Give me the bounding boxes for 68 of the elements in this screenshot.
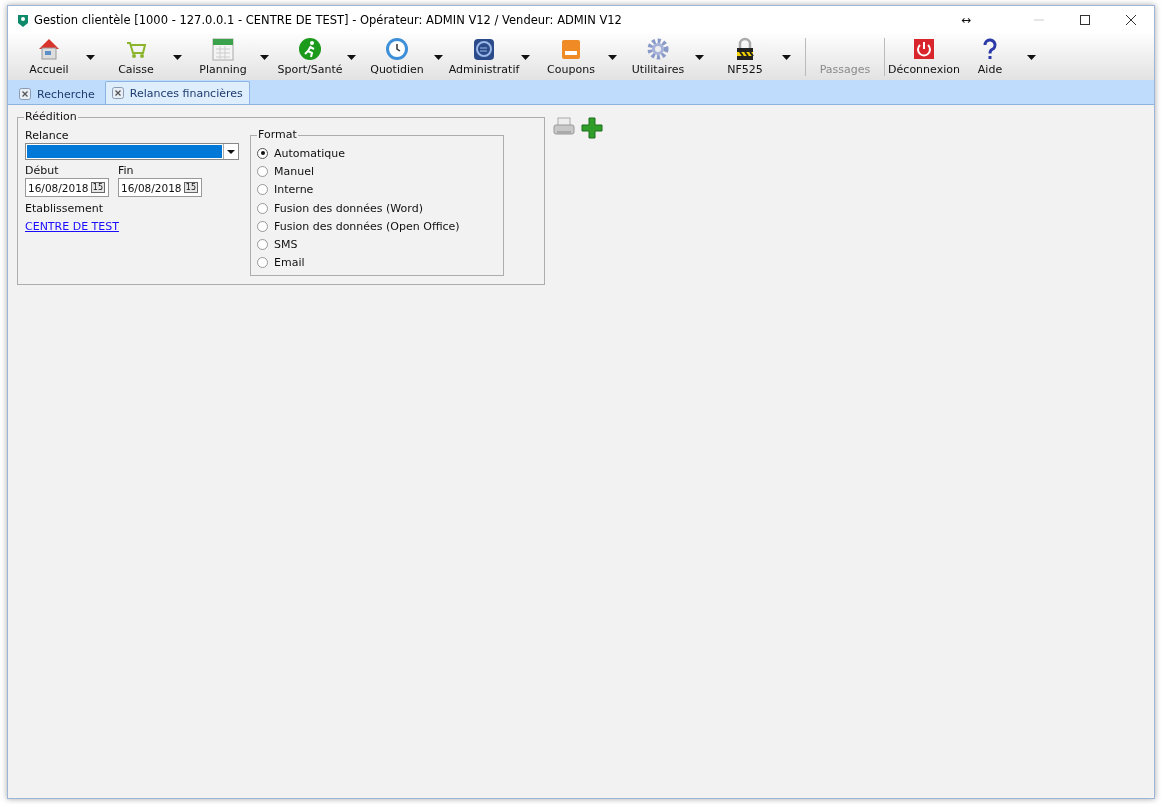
- radio-button[interactable]: [257, 239, 268, 251]
- tab[interactable]: Recherche: [13, 84, 101, 104]
- toolbar-button[interactable]: Planning: [190, 35, 256, 79]
- clock-icon: [385, 37, 409, 61]
- radio-label: Fusion des données (Word): [274, 201, 423, 215]
- calendar-picker-button[interactable]: 15: [90, 182, 105, 193]
- caret-icon: [173, 54, 182, 60]
- close-tab-icon: [19, 88, 31, 100]
- relance-dropdown[interactable]: [25, 143, 239, 160]
- radio-button[interactable]: [257, 202, 268, 214]
- radio-label: Interne: [274, 183, 314, 197]
- gear-icon: [646, 37, 670, 61]
- power-icon: [912, 37, 936, 61]
- caret-icon: [782, 54, 791, 60]
- caret-icon: [695, 54, 704, 60]
- toolbar-button[interactable]: Quotidien: [364, 35, 430, 79]
- close-icon: [1126, 15, 1136, 25]
- date-field[interactable]: 16/08/2018 15: [25, 178, 109, 197]
- radio-button[interactable]: [257, 184, 268, 196]
- resize-icon: ↔: [960, 13, 971, 27]
- runner-icon: [298, 37, 322, 61]
- field-label: Etablissement: [25, 201, 104, 216]
- radio-button[interactable]: [257, 165, 268, 177]
- radio-label: Manuel: [274, 164, 314, 178]
- tab-label: Recherche: [37, 87, 95, 101]
- calendar-picker-button[interactable]: 15: [183, 182, 198, 193]
- group-title: Réédition: [24, 111, 78, 123]
- field-label: Fin: [118, 163, 135, 178]
- caret-icon: [434, 54, 443, 60]
- close-tab-icon: [111, 87, 124, 99]
- date-field[interactable]: 16/08/2018 15: [118, 178, 202, 197]
- establishment-link[interactable]: CENTRE DE TEST: [25, 220, 119, 233]
- toolbar-button[interactable]: Sport/Santé: [277, 35, 343, 79]
- caret-icon: [260, 54, 269, 60]
- caret-icon: [347, 54, 356, 60]
- toolbar-button[interactable]: Caisse: [103, 35, 169, 79]
- radio-button[interactable]: [257, 257, 268, 269]
- field-label: Relance: [25, 128, 69, 143]
- toolbar-button[interactable]: Coupons: [538, 35, 604, 79]
- radio-label: Fusion des données (Open Office): [274, 219, 460, 233]
- radio-label: SMS: [274, 238, 298, 252]
- caret-icon: [608, 54, 617, 60]
- caret-icon: [86, 54, 95, 60]
- caret-icon: [227, 149, 235, 154]
- radio-button[interactable]: [257, 147, 268, 159]
- radio-label: Automatique: [274, 146, 346, 160]
- radio-button[interactable]: [257, 220, 268, 232]
- toolbar-button[interactable]: Utilitaires: [625, 35, 691, 79]
- field-label: Début: [25, 163, 60, 178]
- add-button[interactable]: [581, 117, 603, 139]
- tab[interactable]: Relances financières: [104, 81, 250, 104]
- group-title: Format: [257, 129, 298, 141]
- tab-label: Relances financières: [129, 86, 243, 100]
- house-icon: [37, 37, 61, 61]
- caret-icon: [521, 54, 530, 60]
- toolbar-button[interactable]: Déconnexion: [891, 35, 957, 79]
- maximize-icon: [1080, 15, 1090, 25]
- printer-icon: [553, 117, 575, 137]
- caret-icon: [1027, 54, 1036, 60]
- ticket-icon: [559, 37, 583, 61]
- window-title: Gestion clientèle [1000 - 127.0.0.1 - CENTRE DE TEST] - Opérateur: ADMIN V12 / Vendeur: ADMIN V12: [34, 13, 622, 27]
- calendar-icon: [211, 37, 235, 61]
- toolbar-button[interactable]: Accueil: [16, 35, 82, 79]
- euro-icon: [472, 37, 496, 61]
- plus-icon: [581, 117, 603, 139]
- radio-label: Email: [274, 256, 305, 270]
- app-logo-icon: [17, 13, 29, 27]
- toolbar-button[interactable]: NF525: [712, 35, 778, 79]
